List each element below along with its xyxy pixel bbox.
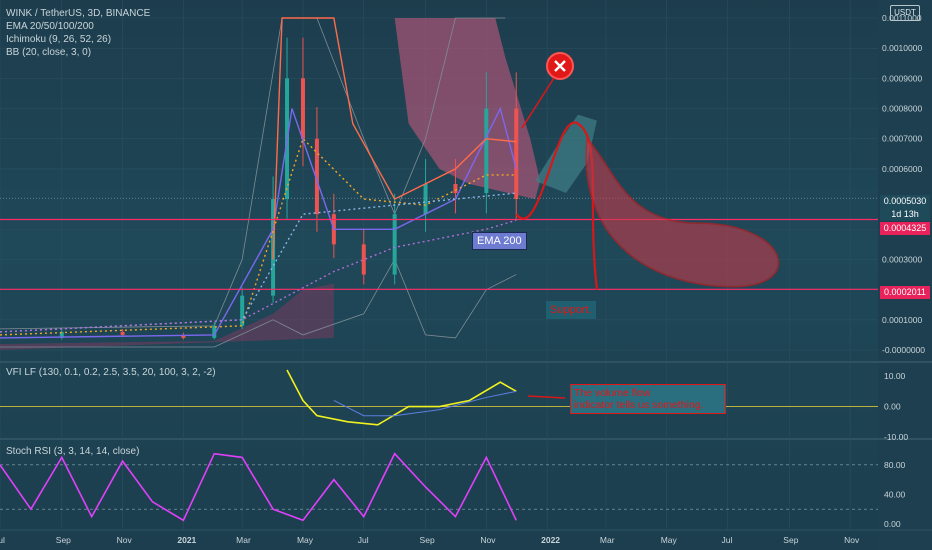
x-tick-label: May: [297, 535, 314, 545]
x-marker-pointer: [521, 77, 555, 129]
vfi-annotation-pointer: [527, 395, 566, 399]
x-tick-label: Sep: [420, 535, 435, 545]
x-tick-label: 2021: [177, 535, 196, 545]
x-tick-label: Mar: [236, 535, 251, 545]
vfi-tick-label: 10.00: [884, 371, 906, 381]
x-tick-label: Sep: [56, 535, 71, 545]
y-tick-label: 0.0008000: [882, 104, 922, 114]
vfi-title[interactable]: VFI LF (130, 0.1, 0.2, 2.5, 3.5, 20, 100…: [6, 367, 216, 378]
chart-title: WINK / TetherUS, 3D, BINANCE: [6, 8, 151, 19]
vfi-signal-line: [333, 390, 517, 417]
x-tick-label: Sep: [783, 535, 798, 545]
y-tick-label: 0.0006000: [882, 164, 922, 174]
legend-ichimoku[interactable]: Ichimoku (9, 26, 52, 26): [6, 33, 150, 46]
stoch-rsi-line: [0, 452, 517, 522]
candle-body: [514, 108, 519, 200]
rsi-tick-label: 0.00: [884, 519, 901, 529]
legend-ema[interactable]: EMA 20/50/100/200: [6, 20, 150, 33]
x-tick-label: Nov: [117, 535, 133, 545]
x-tick-label: Jul: [722, 535, 733, 545]
rsi-tick-label: 80.00: [884, 460, 906, 470]
ema-200: [0, 219, 517, 333]
y-tick-label: 0.0009000: [882, 73, 922, 83]
vfi-tick-label: -10.00: [884, 432, 908, 442]
x-tick-label: 2022: [541, 535, 560, 545]
x-tick-label: Nov: [480, 535, 496, 545]
countdown-tag: 1d 13h: [880, 208, 930, 221]
candle-body: [392, 214, 397, 275]
x-tick-label: May: [661, 535, 678, 545]
candle-body: [361, 244, 366, 275]
ichimoku-cloud-early: [0, 283, 334, 350]
y-tick-label: 0.0007000: [882, 134, 922, 144]
vfi-annotation[interactable]: The volume flow indicator tells us somet…: [570, 384, 726, 414]
candle-body: [120, 331, 125, 335]
candle-body: [300, 78, 305, 139]
y-tick-label: 0.0003000: [882, 254, 922, 264]
main-legend: WINK / TetherUS, 3D, BINANCE EMA 20/50/1…: [6, 7, 150, 59]
candle-body: [484, 108, 489, 194]
x-tick-label: Jul: [0, 535, 5, 545]
last-price-tag: 0.0005030: [880, 195, 930, 208]
currency-button[interactable]: USDT: [890, 5, 920, 21]
stoch-rsi-title[interactable]: Stoch RSI (3, 3, 14, 14, close): [6, 446, 139, 457]
x-tick-label: Nov: [844, 535, 860, 545]
candle-body: [240, 295, 245, 326]
rsi-tick-label: 40.00: [884, 489, 906, 499]
candle-body: [423, 184, 428, 215]
y-tick-label: 0.0001000: [882, 315, 922, 325]
vfi-series-line: [286, 369, 517, 426]
ichimoku-cloud: [394, 18, 541, 200]
ema200-label[interactable]: EMA 200: [472, 232, 527, 250]
y-tick-label: -0.0000000: [882, 345, 925, 355]
vfi-tick-label: 0.00: [884, 402, 901, 412]
ema-50: [0, 137, 517, 336]
chart-stage: 0.0011000 0.0010000 0.0009000 0.0008000 0.00…: [0, 0, 932, 550]
x-tick-label: Mar: [600, 535, 615, 545]
projection-zone: [585, 136, 780, 288]
support-label[interactable]: Support.: [546, 301, 596, 319]
y-tick-label: 0.0010000: [882, 43, 922, 53]
legend-bb[interactable]: BB (20, close, 3, 0): [6, 46, 150, 59]
hline-price-tag-2: 0.0002011: [880, 286, 930, 299]
hline-price-tag-1: 0.0004325: [880, 222, 930, 235]
x-tick-label: Jul: [358, 535, 369, 545]
candle-body: [453, 184, 458, 194]
chart-canvas[interactable]: 0.00110000.00100000.00090000.00080000.00…: [0, 0, 932, 550]
